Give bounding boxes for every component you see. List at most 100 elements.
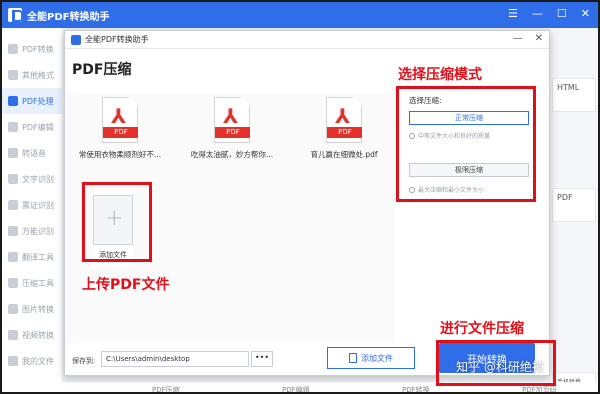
save-to-label: 保存到:: [72, 357, 96, 365]
compress-icon: [8, 278, 18, 288]
sidebar-item-to-speech[interactable]: 转语音: [2, 140, 62, 166]
file-name: 吃得太油腻，妙方帮你...: [190, 150, 274, 159]
app-logo-icon: [8, 8, 23, 22]
sidebar-item-ocr[interactable]: 文字识别: [2, 166, 62, 192]
add-file-tile[interactable]: + 添加文件: [93, 189, 133, 267]
sidebar-item-image-convert[interactable]: 图片转换: [2, 296, 62, 322]
sidebar-item-universal-ocr[interactable]: 万能识别: [2, 218, 62, 244]
image-icon: [8, 304, 18, 314]
minimize-icon[interactable]: —: [532, 7, 543, 20]
ticket-icon: [8, 200, 18, 210]
add-file-button[interactable]: 添加文件: [327, 347, 415, 369]
file-type-badge: PDF: [103, 127, 138, 138]
dialog-title-bar: 全能PDF转换助手 — ✕: [65, 31, 549, 49]
max-compress-hint: 最大压缩和最小文件大小: [409, 185, 484, 194]
sidebar-item-label: PDF处理: [22, 96, 54, 106]
sidebar-item-label: PDF转换: [22, 44, 54, 54]
minimize-icon[interactable]: —: [513, 33, 523, 44]
bg-card-html[interactable]: HTML: [552, 78, 596, 112]
file-name: 常使用衣物柔顺剂好不...: [78, 150, 162, 159]
annotation-label-select-mode: 选择压缩模式: [398, 67, 482, 83]
bottom-item[interactable]: PDF转换: [402, 385, 430, 392]
close-icon[interactable]: ✕: [581, 7, 590, 20]
compress-mode-label: 选择压缩:: [409, 96, 442, 105]
bottom-item[interactable]: PDF加页码: [522, 385, 557, 392]
page-title: PDF压缩: [72, 62, 132, 78]
sidebar-item-label: 转语音: [22, 148, 46, 158]
save-path-input[interactable]: C:\Users\admin\desktop: [101, 351, 249, 367]
normal-compress-button[interactable]: 正常压缩: [409, 111, 529, 125]
file-list: ⅄ PDF 常使用衣物柔顺剂好不... ⅄ PDF 吃得太油腻，妙方帮你... ⅄ P…: [65, 93, 395, 343]
pdf-file-icon: ⅄ PDF: [102, 97, 138, 143]
file-item[interactable]: ⅄ PDF 育儿赢在细微处.pdf: [289, 97, 399, 160]
sidebar-item-translate[interactable]: 翻译工具: [2, 244, 62, 270]
dialog-controls: — ✕: [513, 33, 543, 44]
sidebar-item-other-formats[interactable]: 其他格式: [2, 62, 62, 88]
sidebar-item-label: 压缩工具: [22, 278, 54, 288]
file-type-badge: PDF: [215, 127, 250, 138]
scan-icon: [8, 226, 18, 236]
bg-card-label: HTML: [557, 83, 580, 92]
normal-compress-hint-text: 中等文件大小和良好的质量: [418, 133, 491, 140]
sidebar-item-label: 我的文件: [22, 356, 54, 366]
sidebar-item-label: 翻译工具: [22, 252, 54, 262]
sidebar-item-video-convert[interactable]: 视频转换: [2, 322, 62, 348]
maximize-icon[interactable]: ☐: [557, 7, 567, 20]
pdf-icon: [8, 44, 18, 54]
browse-button[interactable]: •••: [251, 351, 273, 367]
bg-card-pdf[interactable]: PDF: [552, 188, 596, 222]
sidebar: PDF转换 其他格式 PDF处理 PDF编辑 转语音 文字识别 票证识别 万能识…: [2, 28, 62, 392]
sidebar-item-compress[interactable]: 压缩工具: [2, 270, 62, 296]
video-icon: [8, 330, 18, 340]
info-icon: [409, 133, 415, 139]
sidebar-item-ticket-ocr[interactable]: 票证识别: [2, 192, 62, 218]
title-bar: 全能PDF转换助手 ☰ — ☐ ✕: [2, 2, 598, 28]
pdf-process-icon: [8, 96, 18, 106]
watermark: 知乎 @科研绝技: [456, 360, 544, 374]
text-recognition-icon: [8, 174, 18, 184]
edit-icon: [8, 122, 18, 132]
max-compress-hint-text: 最大压缩和最小文件大小: [418, 187, 485, 194]
add-file-tile-label: 添加文件: [99, 251, 127, 259]
background-bottom-bar: PDF压缩 PDF编辑 PDF转换 PDF加页码: [62, 382, 598, 392]
dialog-title: 全能PDF转换助手: [85, 35, 149, 44]
format-icon: [8, 70, 18, 80]
normal-compress-hint: 中等文件大小和良好的质量: [409, 131, 490, 140]
annotation-label-upload: 上传PDF文件: [82, 277, 170, 293]
sidebar-item-label: 票证识别: [22, 200, 54, 210]
pdf-file-icon: ⅄ PDF: [214, 97, 250, 143]
sidebar-item-label: 图片转换: [22, 304, 54, 314]
max-compress-button[interactable]: 极限压缩: [409, 163, 529, 177]
sidebar-item-label: 其他格式: [22, 70, 54, 80]
add-file-button-label: 添加文件: [361, 353, 393, 363]
add-file-box[interactable]: +: [93, 195, 133, 245]
app-title: 全能PDF转换助手: [27, 11, 110, 23]
bottom-item[interactable]: PDF编辑: [282, 385, 310, 392]
sidebar-item-label: 万能识别: [22, 226, 54, 236]
app-logo-icon: [71, 34, 81, 45]
sidebar-item-label: 视频转换: [22, 330, 54, 340]
sidebar-item-my-files[interactable]: 我的文件: [2, 348, 62, 374]
app-window: 全能PDF转换助手 ☰ — ☐ ✕ PDF转换 其他格式 PDF处理 PDF编辑…: [0, 0, 600, 394]
translate-icon: [8, 252, 18, 262]
annotation-label-compress: 进行文件压缩: [440, 321, 524, 337]
sidebar-item-label: 文字识别: [22, 174, 54, 184]
sidebar-item-pdf-process[interactable]: PDF处理: [2, 88, 62, 114]
sidebar-item-pdf-edit[interactable]: PDF编辑: [2, 114, 62, 140]
pdf-file-icon: ⅄ PDF: [326, 97, 362, 143]
file-name: 育儿赢在细微处.pdf: [310, 150, 378, 159]
file-add-icon: [349, 353, 357, 363]
bg-card-label: PDF: [557, 193, 573, 202]
info-icon: [409, 187, 415, 193]
plus-icon: +: [105, 206, 124, 231]
menu-icon[interactable]: ☰: [508, 7, 518, 20]
file-item[interactable]: ⅄ PDF 吃得太油腻，妙方帮你...: [177, 97, 287, 160]
speech-icon: [8, 148, 18, 158]
folder-icon: [8, 356, 18, 366]
bottom-item[interactable]: PDF压缩: [152, 385, 180, 392]
close-icon[interactable]: ✕: [535, 33, 543, 44]
file-item[interactable]: ⅄ PDF 常使用衣物柔顺剂好不...: [65, 97, 175, 160]
background-content: HTML PDF 手机转换: [550, 28, 598, 392]
sidebar-item-pdf-convert[interactable]: PDF转换: [2, 36, 62, 62]
window-controls: ☰ — ☐ ✕: [508, 7, 590, 20]
